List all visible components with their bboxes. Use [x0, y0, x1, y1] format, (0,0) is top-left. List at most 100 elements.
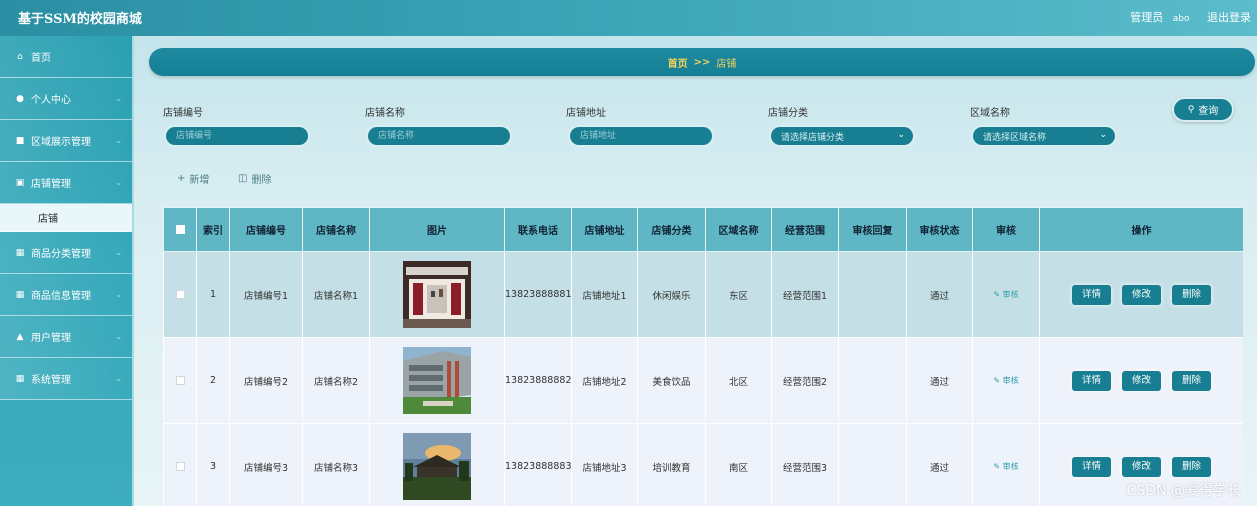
query-button[interactable]: ⚲ 查询 [1172, 97, 1234, 122]
sidebar-item-label: 个人中心 [31, 95, 71, 106]
audit-link[interactable]: ✎ 审核 [993, 462, 1018, 471]
column-header: 店铺分类 [637, 207, 706, 252]
batch-delete-button[interactable]: ◫ 删除 [238, 171, 271, 186]
sidebar-item-label: 商品分类管理 [31, 249, 91, 260]
cell-scope: 经营范围1 [771, 251, 839, 338]
store-icon: ▣ [15, 177, 25, 188]
edit-pen-icon: ✎ [993, 290, 1003, 299]
cell-shop-no: 店铺编号3 [229, 423, 303, 506]
cell-reply [838, 337, 907, 424]
table-row: 3 店铺编号3 店铺名称3 13823888883 店铺地址3 培训教育 南区 [163, 423, 1243, 506]
sidebar-item-system-management[interactable]: ▦ 系统管理 ⌄ [0, 358, 132, 400]
chevron-down-icon: ⌄ [115, 332, 122, 341]
cell-phone: 13823888882 [504, 337, 572, 424]
shop-category-placeholder: 请选择店铺分类 [781, 132, 845, 143]
role-label: 管理员 [1130, 11, 1164, 24]
sidebar-item-user-management[interactable]: ▲ 用户管理 ⌄ [0, 316, 132, 358]
chevron-down-icon: ⌄ [1099, 130, 1107, 140]
thumb-icon: ▲ [16, 331, 24, 342]
shop-address-input[interactable] [568, 125, 714, 147]
shop-no-input[interactable] [164, 125, 310, 147]
shop-table-container: 索引 店铺编号 店铺名称 图片 联系电话 店铺地址 店铺分类 区域名称 经营范围… [163, 207, 1243, 506]
detail-button[interactable]: 详情 [1071, 284, 1111, 305]
delete-button[interactable]: 删除 [1172, 370, 1212, 391]
cell-index: 2 [196, 337, 230, 424]
audit-link[interactable]: ✎ 审核 [993, 376, 1018, 385]
region-label: 区域名称 [970, 108, 1010, 119]
audit-link[interactable]: ✎ 审核 [993, 290, 1018, 299]
cell-shop-name: 店铺名称3 [302, 423, 370, 506]
search-icon: ⚲ [1187, 104, 1195, 115]
cell-category: 美食饮品 [637, 337, 706, 424]
cell-status: 通过 [906, 423, 973, 506]
detail-button[interactable]: 详情 [1071, 456, 1111, 477]
column-header: 索引 [196, 207, 230, 252]
breadcrumb: 首页 >> 店铺 [149, 48, 1255, 76]
grid-icon: ▦ [15, 373, 25, 384]
breadcrumb-home[interactable]: 首页 [668, 55, 688, 70]
edit-button[interactable]: 修改 [1122, 370, 1161, 391]
cell-phone: 13823888883 [504, 423, 572, 506]
chevron-down-icon: ⌄ [115, 248, 122, 257]
cell-shop-no: 店铺编号1 [229, 251, 303, 338]
column-header: 店铺编号 [229, 207, 303, 252]
top-header: 基于SSM的校园商城 管理员 abo 退出登录 [0, 0, 1257, 36]
sidebar-item-label: 系统管理 [31, 375, 71, 386]
cell-region: 北区 [705, 337, 772, 424]
chevron-down-icon: ⌄ [115, 94, 122, 103]
cell-address: 店铺地址2 [571, 337, 638, 424]
table-row: 2 店铺编号2 店铺名称2 13823888882 店铺地址2 美食饮品 北区 … [163, 337, 1243, 424]
cell-shop-no: 店铺编号2 [229, 337, 303, 424]
cell-phone: 13823888881 [504, 251, 572, 338]
cell-category: 休闲娱乐 [637, 251, 706, 338]
grid-icon: ▦ [15, 247, 25, 258]
shop-table: 索引 店铺编号 店铺名称 图片 联系电话 店铺地址 店铺分类 区域名称 经营范围… [163, 207, 1243, 506]
shop-category-select[interactable]: 请选择店铺分类 ⌄ [769, 125, 915, 147]
plus-icon: + [177, 173, 186, 184]
cell-address: 店铺地址1 [571, 251, 638, 338]
sidebar-item-label: 首页 [31, 53, 51, 64]
watermark: CSDN @爱得学长 [1126, 483, 1241, 499]
column-header: 审核状态 [906, 207, 973, 252]
delete-button-label: 删除 [251, 175, 272, 186]
sidebar-subitem-store[interactable]: 店铺 [0, 204, 132, 232]
logout-link[interactable]: 退出登录 [1207, 11, 1251, 24]
row-checkbox[interactable] [175, 462, 185, 471]
audit-link-label: 审核 [1002, 290, 1019, 299]
sidebar-item-category-management[interactable]: ▦ 商品分类管理 ⌄ [0, 232, 132, 274]
sidebar-item-store-management[interactable]: ▣ 店铺管理 ⌄ [0, 162, 132, 204]
edit-button[interactable]: 修改 [1122, 456, 1161, 477]
edit-button[interactable]: 修改 [1122, 284, 1161, 305]
cell-index: 3 [196, 423, 230, 506]
cell-category: 培训教育 [637, 423, 706, 506]
column-header: 审核回复 [838, 207, 907, 252]
audit-link-label: 审核 [1002, 376, 1019, 385]
chevron-down-icon: ⌄ [115, 374, 122, 383]
row-checkbox[interactable] [175, 376, 185, 385]
username: abo [1172, 14, 1190, 24]
region-select[interactable]: 请选择区域名称 ⌄ [971, 125, 1117, 147]
column-header: 店铺地址 [571, 207, 638, 252]
add-button[interactable]: + 新增 [177, 171, 209, 186]
select-all-checkbox[interactable] [175, 224, 185, 234]
shop-name-input[interactable] [366, 125, 512, 147]
sidebar-item-home[interactable]: ⌂ 首页 [0, 36, 132, 78]
chevron-down-icon: ⌄ [897, 130, 905, 140]
grid-icon: ▦ [15, 289, 25, 300]
sidebar-item-label: 商品信息管理 [31, 291, 91, 302]
delete-button[interactable]: 删除 [1172, 284, 1212, 305]
cell-scope: 经营范围3 [771, 423, 839, 506]
cell-region: 东区 [705, 251, 772, 338]
row-checkbox[interactable] [175, 290, 185, 299]
shop-address-label: 店铺地址 [566, 108, 606, 119]
sidebar-item-product-management[interactable]: ▦ 商品信息管理 ⌄ [0, 274, 132, 316]
detail-button[interactable]: 详情 [1071, 370, 1111, 391]
cell-index: 1 [196, 251, 230, 338]
trash-icon: ◫ [238, 173, 248, 184]
region-placeholder: 请选择区域名称 [983, 132, 1047, 143]
sidebar-item-region-display[interactable]: ■ 区域展示管理 ⌄ [0, 120, 132, 162]
cell-status: 通过 [906, 337, 973, 424]
sidebar-item-profile[interactable]: ● 个人中心 ⌄ [0, 78, 132, 120]
cell-region: 南区 [705, 423, 772, 506]
delete-button[interactable]: 删除 [1172, 456, 1212, 477]
